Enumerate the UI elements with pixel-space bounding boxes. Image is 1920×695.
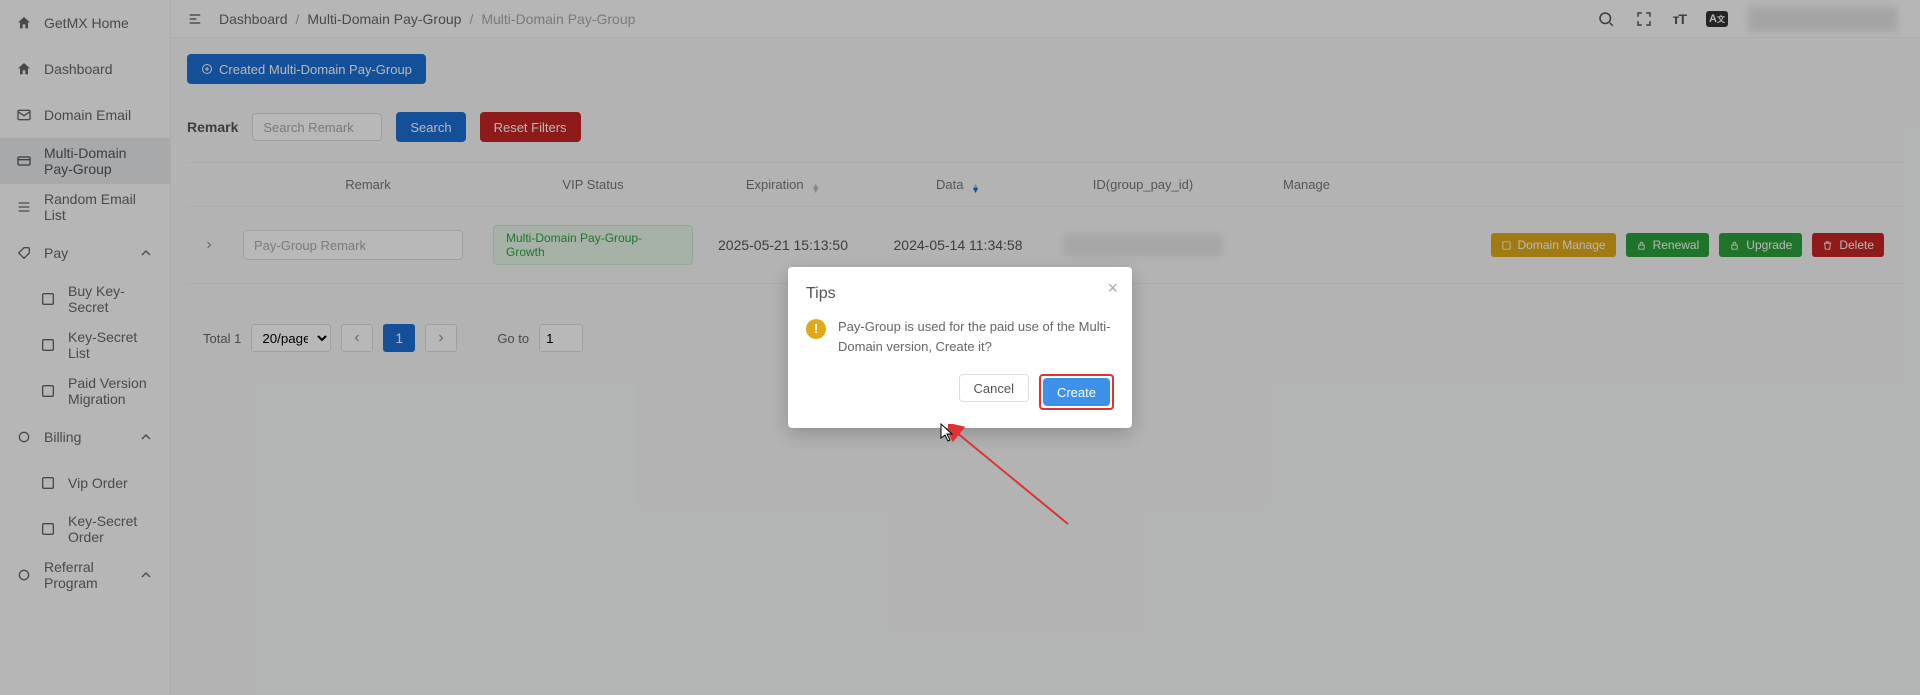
- button-label: Create: [1057, 385, 1096, 400]
- dialog-title: Tips: [806, 285, 1114, 303]
- modal-overlay: Tips × ! Pay-Group is used for the paid …: [0, 0, 1920, 695]
- tips-dialog: Tips × ! Pay-Group is used for the paid …: [788, 267, 1132, 428]
- cancel-button[interactable]: Cancel: [959, 374, 1029, 402]
- button-label: Cancel: [974, 381, 1014, 396]
- create-button-highlight: Create: [1039, 374, 1114, 410]
- warning-icon: !: [806, 319, 826, 339]
- annotation-arrow: [948, 424, 1088, 534]
- create-button[interactable]: Create: [1043, 378, 1110, 406]
- dialog-message: Pay-Group is used for the paid use of th…: [838, 317, 1114, 356]
- close-icon[interactable]: ×: [1107, 279, 1118, 297]
